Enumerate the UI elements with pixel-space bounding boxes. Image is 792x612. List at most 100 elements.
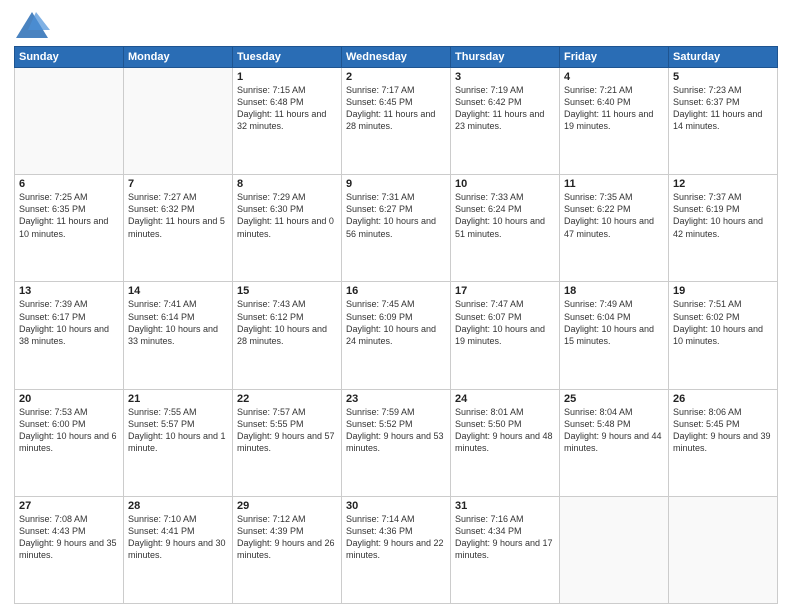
weekday-header-tuesday: Tuesday (233, 47, 342, 68)
day-number: 2 (346, 71, 446, 83)
day-number: 20 (19, 393, 119, 405)
header-row: SundayMondayTuesdayWednesdayThursdayFrid… (15, 47, 778, 68)
calendar-week-5: 27Sunrise: 7:08 AM Sunset: 4:43 PM Dayli… (15, 496, 778, 603)
calendar-cell: 20Sunrise: 7:53 AM Sunset: 6:00 PM Dayli… (15, 389, 124, 496)
calendar-cell: 25Sunrise: 8:04 AM Sunset: 5:48 PM Dayli… (560, 389, 669, 496)
calendar-cell: 13Sunrise: 7:39 AM Sunset: 6:17 PM Dayli… (15, 282, 124, 389)
cell-info: Sunrise: 8:04 AM Sunset: 5:48 PM Dayligh… (564, 406, 664, 455)
day-number: 1 (237, 71, 337, 83)
day-number: 16 (346, 285, 446, 297)
cell-info: Sunrise: 7:41 AM Sunset: 6:14 PM Dayligh… (128, 298, 228, 347)
calendar-cell: 26Sunrise: 8:06 AM Sunset: 5:45 PM Dayli… (669, 389, 778, 496)
cell-info: Sunrise: 7:31 AM Sunset: 6:27 PM Dayligh… (346, 191, 446, 240)
calendar-cell: 29Sunrise: 7:12 AM Sunset: 4:39 PM Dayli… (233, 496, 342, 603)
day-number: 26 (673, 393, 773, 405)
cell-info: Sunrise: 7:23 AM Sunset: 6:37 PM Dayligh… (673, 84, 773, 133)
weekday-header-monday: Monday (124, 47, 233, 68)
calendar-table: SundayMondayTuesdayWednesdayThursdayFrid… (14, 46, 778, 604)
cell-info: Sunrise: 7:08 AM Sunset: 4:43 PM Dayligh… (19, 513, 119, 562)
cell-info: Sunrise: 7:53 AM Sunset: 6:00 PM Dayligh… (19, 406, 119, 455)
calendar-cell: 2Sunrise: 7:17 AM Sunset: 6:45 PM Daylig… (342, 68, 451, 175)
cell-info: Sunrise: 7:45 AM Sunset: 6:09 PM Dayligh… (346, 298, 446, 347)
calendar-cell: 22Sunrise: 7:57 AM Sunset: 5:55 PM Dayli… (233, 389, 342, 496)
calendar-cell: 24Sunrise: 8:01 AM Sunset: 5:50 PM Dayli… (451, 389, 560, 496)
calendar-cell: 15Sunrise: 7:43 AM Sunset: 6:12 PM Dayli… (233, 282, 342, 389)
cell-info: Sunrise: 7:14 AM Sunset: 4:36 PM Dayligh… (346, 513, 446, 562)
calendar-cell: 16Sunrise: 7:45 AM Sunset: 6:09 PM Dayli… (342, 282, 451, 389)
cell-info: Sunrise: 7:29 AM Sunset: 6:30 PM Dayligh… (237, 191, 337, 240)
cell-info: Sunrise: 7:19 AM Sunset: 6:42 PM Dayligh… (455, 84, 555, 133)
day-number: 17 (455, 285, 555, 297)
calendar-cell (560, 496, 669, 603)
calendar-body: 1Sunrise: 7:15 AM Sunset: 6:48 PM Daylig… (15, 68, 778, 604)
cell-info: Sunrise: 7:27 AM Sunset: 6:32 PM Dayligh… (128, 191, 228, 240)
cell-info: Sunrise: 7:12 AM Sunset: 4:39 PM Dayligh… (237, 513, 337, 562)
weekday-header-sunday: Sunday (15, 47, 124, 68)
weekday-header-thursday: Thursday (451, 47, 560, 68)
weekday-header-wednesday: Wednesday (342, 47, 451, 68)
day-number: 6 (19, 178, 119, 190)
day-number: 30 (346, 500, 446, 512)
cell-info: Sunrise: 7:51 AM Sunset: 6:02 PM Dayligh… (673, 298, 773, 347)
calendar-cell: 21Sunrise: 7:55 AM Sunset: 5:57 PM Dayli… (124, 389, 233, 496)
cell-info: Sunrise: 7:25 AM Sunset: 6:35 PM Dayligh… (19, 191, 119, 240)
weekday-header-friday: Friday (560, 47, 669, 68)
cell-info: Sunrise: 7:16 AM Sunset: 4:34 PM Dayligh… (455, 513, 555, 562)
calendar-cell (669, 496, 778, 603)
day-number: 24 (455, 393, 555, 405)
cell-info: Sunrise: 7:57 AM Sunset: 5:55 PM Dayligh… (237, 406, 337, 455)
calendar-cell: 6Sunrise: 7:25 AM Sunset: 6:35 PM Daylig… (15, 175, 124, 282)
day-number: 7 (128, 178, 228, 190)
cell-info: Sunrise: 8:06 AM Sunset: 5:45 PM Dayligh… (673, 406, 773, 455)
day-number: 15 (237, 285, 337, 297)
calendar-cell: 9Sunrise: 7:31 AM Sunset: 6:27 PM Daylig… (342, 175, 451, 282)
cell-info: Sunrise: 7:59 AM Sunset: 5:52 PM Dayligh… (346, 406, 446, 455)
calendar-cell: 3Sunrise: 7:19 AM Sunset: 6:42 PM Daylig… (451, 68, 560, 175)
calendar-cell: 10Sunrise: 7:33 AM Sunset: 6:24 PM Dayli… (451, 175, 560, 282)
cell-info: Sunrise: 7:39 AM Sunset: 6:17 PM Dayligh… (19, 298, 119, 347)
calendar-week-2: 6Sunrise: 7:25 AM Sunset: 6:35 PM Daylig… (15, 175, 778, 282)
day-number: 18 (564, 285, 664, 297)
main-container: SundayMondayTuesdayWednesdayThursdayFrid… (0, 0, 792, 612)
cell-info: Sunrise: 7:15 AM Sunset: 6:48 PM Dayligh… (237, 84, 337, 133)
day-number: 27 (19, 500, 119, 512)
cell-info: Sunrise: 7:21 AM Sunset: 6:40 PM Dayligh… (564, 84, 664, 133)
calendar-cell: 11Sunrise: 7:35 AM Sunset: 6:22 PM Dayli… (560, 175, 669, 282)
calendar-week-4: 20Sunrise: 7:53 AM Sunset: 6:00 PM Dayli… (15, 389, 778, 496)
cell-info: Sunrise: 7:49 AM Sunset: 6:04 PM Dayligh… (564, 298, 664, 347)
header (14, 10, 778, 40)
day-number: 14 (128, 285, 228, 297)
day-number: 12 (673, 178, 773, 190)
calendar-cell: 14Sunrise: 7:41 AM Sunset: 6:14 PM Dayli… (124, 282, 233, 389)
day-number: 22 (237, 393, 337, 405)
calendar-cell: 18Sunrise: 7:49 AM Sunset: 6:04 PM Dayli… (560, 282, 669, 389)
day-number: 29 (237, 500, 337, 512)
cell-info: Sunrise: 7:10 AM Sunset: 4:41 PM Dayligh… (128, 513, 228, 562)
logo-icon (14, 10, 50, 40)
calendar-cell: 23Sunrise: 7:59 AM Sunset: 5:52 PM Dayli… (342, 389, 451, 496)
day-number: 11 (564, 178, 664, 190)
cell-info: Sunrise: 7:33 AM Sunset: 6:24 PM Dayligh… (455, 191, 555, 240)
calendar-cell: 27Sunrise: 7:08 AM Sunset: 4:43 PM Dayli… (15, 496, 124, 603)
day-number: 21 (128, 393, 228, 405)
day-number: 25 (564, 393, 664, 405)
logo (14, 10, 54, 40)
day-number: 8 (237, 178, 337, 190)
day-number: 10 (455, 178, 555, 190)
cell-info: Sunrise: 7:55 AM Sunset: 5:57 PM Dayligh… (128, 406, 228, 455)
cell-info: Sunrise: 7:37 AM Sunset: 6:19 PM Dayligh… (673, 191, 773, 240)
weekday-header-saturday: Saturday (669, 47, 778, 68)
day-number: 9 (346, 178, 446, 190)
cell-info: Sunrise: 7:47 AM Sunset: 6:07 PM Dayligh… (455, 298, 555, 347)
calendar-cell (124, 68, 233, 175)
calendar-cell: 7Sunrise: 7:27 AM Sunset: 6:32 PM Daylig… (124, 175, 233, 282)
day-number: 23 (346, 393, 446, 405)
calendar-cell: 5Sunrise: 7:23 AM Sunset: 6:37 PM Daylig… (669, 68, 778, 175)
calendar-cell: 19Sunrise: 7:51 AM Sunset: 6:02 PM Dayli… (669, 282, 778, 389)
cell-info: Sunrise: 7:17 AM Sunset: 6:45 PM Dayligh… (346, 84, 446, 133)
calendar-cell: 31Sunrise: 7:16 AM Sunset: 4:34 PM Dayli… (451, 496, 560, 603)
calendar-cell: 17Sunrise: 7:47 AM Sunset: 6:07 PM Dayli… (451, 282, 560, 389)
cell-info: Sunrise: 7:35 AM Sunset: 6:22 PM Dayligh… (564, 191, 664, 240)
calendar-week-3: 13Sunrise: 7:39 AM Sunset: 6:17 PM Dayli… (15, 282, 778, 389)
calendar-week-1: 1Sunrise: 7:15 AM Sunset: 6:48 PM Daylig… (15, 68, 778, 175)
